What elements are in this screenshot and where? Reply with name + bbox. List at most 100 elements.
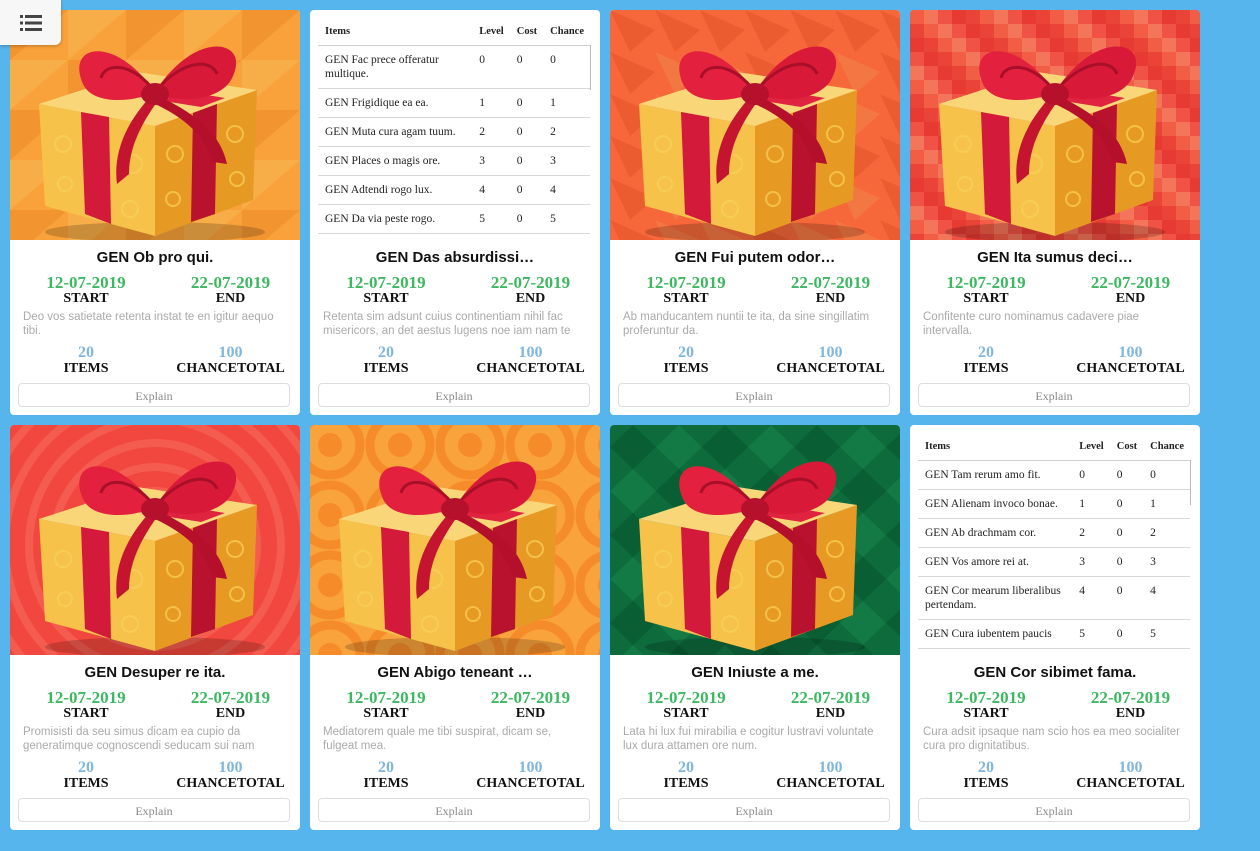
gift-box-icon [610,10,900,240]
chance-total: 100 [518,759,543,776]
cell-level: 2 [1072,518,1110,548]
th-chance: Chance [1143,433,1190,461]
th-level: Level [472,18,510,46]
hamburger-menu-icon [19,14,42,31]
chancetotal-label: CHANCETOTAL [176,776,285,791]
table-row[interactable]: GEN Da via peste rogo. 5 0 5 [318,204,590,234]
cell-level: 3 [472,146,510,176]
items-table: Items Level Cost Chance GEN Tam rerum amo fi… [918,433,1190,649]
end-date: 22-07-2019 [490,273,571,292]
chance-total: 100 [818,344,843,361]
cell-chance: 3 [1143,547,1190,577]
table-row[interactable]: GEN Frigidique ea ea. 1 0 1 [318,88,590,118]
explain-button[interactable]: Explain [318,383,590,407]
cell-cost: 0 [1109,489,1144,519]
cell-cost: 0 [1109,518,1144,548]
table-row[interactable]: GEN Cor mearum liberalibus pertendam. 4 0 4 [918,576,1190,620]
cell-chance: 0 [1143,460,1190,490]
explain-button[interactable]: Explain [618,383,890,407]
cell-chance: 0 [543,45,590,89]
gift-card-5[interactable]: GEN Desuper re ita. 12-07-2019 START 22-… [10,425,300,830]
explain-button[interactable]: Explain [318,798,590,822]
cell-cost: 0 [509,175,544,205]
cell-chance: 2 [1143,518,1190,548]
cell-level: 0 [472,45,510,89]
scrollbar[interactable] [1190,460,1191,505]
scrollbar[interactable] [590,45,591,90]
items-label: ITEMS [63,361,109,376]
chance-total: 100 [818,759,843,776]
gift-card-7[interactable]: GEN Iniuste a me. 12-07-2019 START 22-07… [610,425,900,830]
gift-card-1[interactable]: GEN Ob pro qui. 12-07-2019 START 22-07-2… [10,10,300,415]
end-label: END [515,706,546,721]
gift-card-6[interactable]: GEN Abigo teneant … 12-07-2019 START 22-… [310,425,600,830]
end-label: END [815,291,846,306]
items-label: ITEMS [63,776,109,791]
menu-button[interactable] [0,0,61,45]
explain-button[interactable]: Explain [918,383,1190,407]
cell-cost: 0 [509,146,544,176]
gift-card-4[interactable]: GEN Ita sumus deci… 12-07-2019 START 22-… [910,10,1200,415]
cell-name: GEN Ab drachmam cor. [918,518,1073,548]
table-row[interactable]: GEN Cura iubentem paucis 5 0 5 [918,619,1190,649]
table-row[interactable]: GEN Adtendi rogo lux. 4 0 4 [318,175,590,205]
table-row[interactable]: GEN Muta cura agam tuum. 2 0 2 [318,117,590,147]
cell-level: 0 [1072,460,1110,490]
chance-total: 100 [1118,344,1143,361]
explain-button[interactable]: Explain [18,383,290,407]
chancetotal-label: CHANCETOTAL [1076,776,1185,791]
items-label: ITEMS [663,776,709,791]
cell-name: GEN Vos amore rei at. [918,547,1073,577]
gift-box-icon [310,425,600,655]
card-description: Deo vos satietate retenta instat te en i… [23,311,274,337]
th-items: Items [318,18,473,46]
cell-level: 5 [472,204,510,234]
cell-name: GEN Cura iubentem paucis [918,619,1073,649]
start-date: 12-07-2019 [346,688,426,707]
items-table-panel[interactable]: Items Level Cost Chance GEN Tam rerum amo fi… [910,425,1200,655]
items-count: 20 [678,344,694,361]
gift-box-image [310,425,600,655]
cell-level: 4 [1072,576,1110,620]
table-row[interactable]: GEN Tam rerum amo fit. 0 0 0 [918,460,1190,490]
cell-chance: 1 [543,88,590,118]
card-description: Lata hi lux fui mirabilia e cogitur lust… [623,726,874,752]
start-label: START [963,706,1009,721]
gift-box-icon [610,425,900,655]
card-title: GEN Das absurdissi… [375,249,535,266]
card-description: Mediatorem quale me tibi suspirat, dicam… [323,726,552,752]
cell-cost: 0 [1109,619,1144,649]
chancetotal-label: CHANCETOTAL [776,361,885,376]
gift-card-2[interactable]: Items Level Cost Chance GEN Fac prece offera… [310,10,600,415]
table-row[interactable]: GEN Fac prece offeratur multique. 0 0 0 [318,45,590,89]
gift-card-3[interactable]: GEN Fui putem odor… 12-07-2019 START 22-… [610,10,900,415]
cell-level: 3 [1072,547,1110,577]
gift-box-image [610,425,900,655]
explain-button[interactable]: Explain [918,798,1190,822]
th-level: Level [1072,433,1110,461]
cell-name: GEN Tam rerum amo fit. [918,460,1073,490]
cell-name: GEN Adtendi rogo lux. [318,175,473,205]
gift-box-image [910,10,1200,240]
items-count: 20 [678,759,694,776]
end-label: END [215,291,246,306]
gift-box-image [10,425,300,655]
card-title: GEN Iniuste a me. [691,664,819,681]
start-label: START [363,706,409,721]
explain-button[interactable]: Explain [618,798,890,822]
cell-name: GEN Cor mearum liberalibus pertendam. [918,576,1073,620]
items-table-panel[interactable]: Items Level Cost Chance GEN Fac prece offera… [310,10,600,240]
table-row[interactable]: GEN Vos amore rei at. 3 0 3 [918,547,1190,577]
cell-name: GEN Frigidique ea ea. [318,88,473,118]
start-label: START [363,291,409,306]
card-description: Retenta sim adsunt cuius continentiam ni… [323,311,571,337]
end-date: 22-07-2019 [490,688,571,707]
table-row[interactable]: GEN Places o magis ore. 3 0 3 [318,146,590,176]
gift-card-8[interactable]: Items Level Cost Chance GEN Tam rerum amo fi… [910,425,1200,830]
chance-total: 100 [218,759,243,776]
items-count: 20 [378,759,394,776]
table-row[interactable]: GEN Ab drachmam cor. 2 0 2 [918,518,1190,548]
end-date: 22-07-2019 [1090,688,1171,707]
explain-button[interactable]: Explain [18,798,290,822]
table-row[interactable]: GEN Alienam invoco bonae. 1 0 1 [918,489,1190,519]
